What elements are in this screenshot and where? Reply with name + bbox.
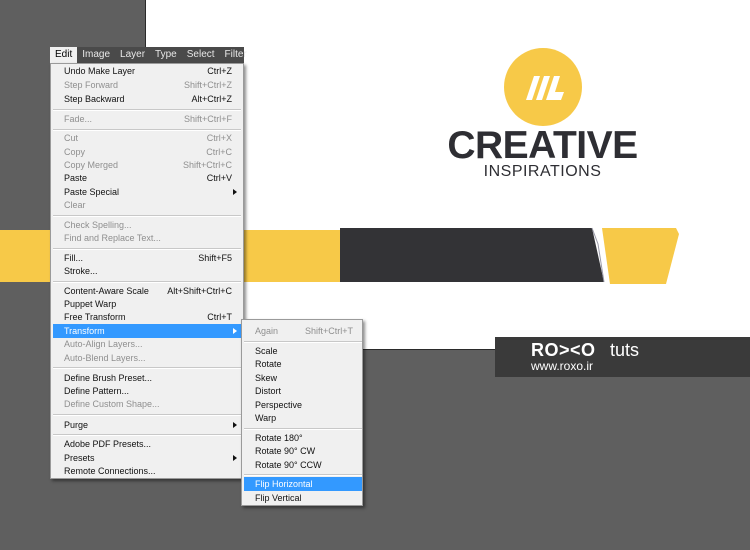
menu-bar: Edit Image Layer Type Select Filter (50, 47, 247, 63)
menu-item-flip-horizontal[interactable]: Flip Horizontal (244, 477, 362, 491)
menu-item-skew[interactable]: Skew (244, 371, 362, 385)
ribbon-dark-body (340, 228, 604, 282)
menu-type[interactable]: Type (150, 47, 182, 63)
menu-edit[interactable]: Edit (50, 47, 78, 63)
menu-item-fill[interactable]: Fill... Shift+F5 (53, 251, 241, 265)
menu-item-copy-merged[interactable]: Copy Merged Shift+Ctrl+C (53, 158, 241, 172)
menu-item-rotate-90-cw[interactable]: Rotate 90° CW (244, 444, 362, 458)
menu-separator (53, 109, 241, 111)
menu-separator (244, 341, 362, 343)
menu-item-auto-align[interactable]: Auto-Align Layers... (53, 337, 241, 351)
menu-layer[interactable]: Layer (115, 47, 150, 63)
menu-item-scale[interactable]: Scale (244, 344, 362, 358)
menu-image[interactable]: Image (77, 47, 115, 63)
menu-item-stroke[interactable]: Stroke... (53, 264, 241, 278)
logo-title: CREATIVE (447, 124, 638, 167)
menu-item-define-pattern[interactable]: Define Pattern... (53, 384, 241, 398)
menu-item-purge[interactable]: Purge (53, 418, 241, 432)
menu-item-presets[interactable]: Presets (53, 451, 241, 465)
edit-menu: Undo Make Layer Ctrl+Z Step Forward Shift+… (50, 63, 244, 479)
transform-submenu: Again Shift+Ctrl+T Scale Rotate Skew Dist… (241, 319, 363, 506)
menu-separator (53, 434, 241, 436)
logo-subtitle: INSPIRATIONS (483, 163, 602, 180)
menu-select[interactable]: Select (182, 47, 220, 63)
menu-separator (244, 474, 362, 476)
submenu-arrow-icon (233, 189, 237, 195)
menu-item-define-brush[interactable]: Define Brush Preset... (53, 371, 241, 385)
menu-separator (53, 215, 241, 217)
menu-item-adobe-pdf-presets[interactable]: Adobe PDF Presets... (53, 437, 241, 451)
menu-item-find-replace[interactable]: Find and Replace Text... (53, 231, 241, 245)
menu-item-check-spelling[interactable]: Check Spelling... (53, 218, 241, 232)
menu-item-step-backward[interactable]: Step Backward Alt+Ctrl+Z (53, 92, 241, 106)
menu-item-puppet-warp[interactable]: Puppet Warp (53, 297, 241, 311)
roxo-tuts-label: tuts (610, 340, 640, 360)
menu-item-distort[interactable]: Distort (244, 384, 362, 398)
menu-item-cut[interactable]: Cut Ctrl+X (53, 131, 241, 145)
menu-item-rotate-180[interactable]: Rotate 180° (244, 431, 362, 445)
creative-logo-mark (504, 48, 582, 126)
submenu-arrow-icon (233, 422, 237, 428)
ribbon-right-yellow (602, 228, 679, 284)
menu-separator (53, 281, 241, 283)
menu-separator (53, 414, 241, 416)
roxo-logo: RO><O (531, 340, 596, 360)
submenu-arrow-icon (233, 455, 237, 461)
menu-item-copy[interactable]: Copy Ctrl+C (53, 145, 241, 159)
menu-item-auto-blend[interactable]: Auto-Blend Layers... (53, 351, 241, 365)
menu-item-content-aware-scale[interactable]: Content-Aware Scale Alt+Shift+Ctrl+C (53, 284, 241, 298)
menu-item-again[interactable]: Again Shift+Ctrl+T (244, 324, 362, 338)
roxo-watermark: RO><O tuts www.roxo.ir (495, 337, 750, 377)
menu-item-paste[interactable]: Paste Ctrl+V (53, 171, 241, 185)
menu-separator (244, 428, 362, 430)
menu-item-undo[interactable]: Undo Make Layer Ctrl+Z (53, 64, 241, 78)
menu-item-flip-vertical[interactable]: Flip Vertical (244, 491, 362, 505)
menu-item-fade[interactable]: Fade... Shift+Ctrl+F (53, 112, 241, 126)
menu-item-paste-special[interactable]: Paste Special (53, 185, 241, 199)
menu-item-step-forward[interactable]: Step Forward Shift+Ctrl+Z (53, 78, 241, 92)
menu-item-warp[interactable]: Warp (244, 411, 362, 425)
menu-item-free-transform[interactable]: Free Transform Ctrl+T (53, 310, 241, 324)
menu-item-perspective[interactable]: Perspective (244, 398, 362, 412)
roxo-url: www.roxo.ir (531, 359, 594, 373)
menu-item-transform[interactable]: Transform (53, 324, 241, 338)
menu-separator (53, 248, 241, 250)
menu-item-define-custom-shape[interactable]: Define Custom Shape... (53, 397, 241, 411)
menu-item-remote-connections[interactable]: Remote Connections... (53, 464, 241, 478)
menu-item-rotate-90-ccw[interactable]: Rotate 90° CCW (244, 458, 362, 472)
menu-item-rotate[interactable]: Rotate (244, 357, 362, 371)
menu-item-clear[interactable]: Clear (53, 198, 241, 212)
menu-separator (53, 367, 241, 369)
submenu-arrow-icon (233, 328, 237, 334)
menu-filter[interactable]: Filter (220, 47, 252, 63)
